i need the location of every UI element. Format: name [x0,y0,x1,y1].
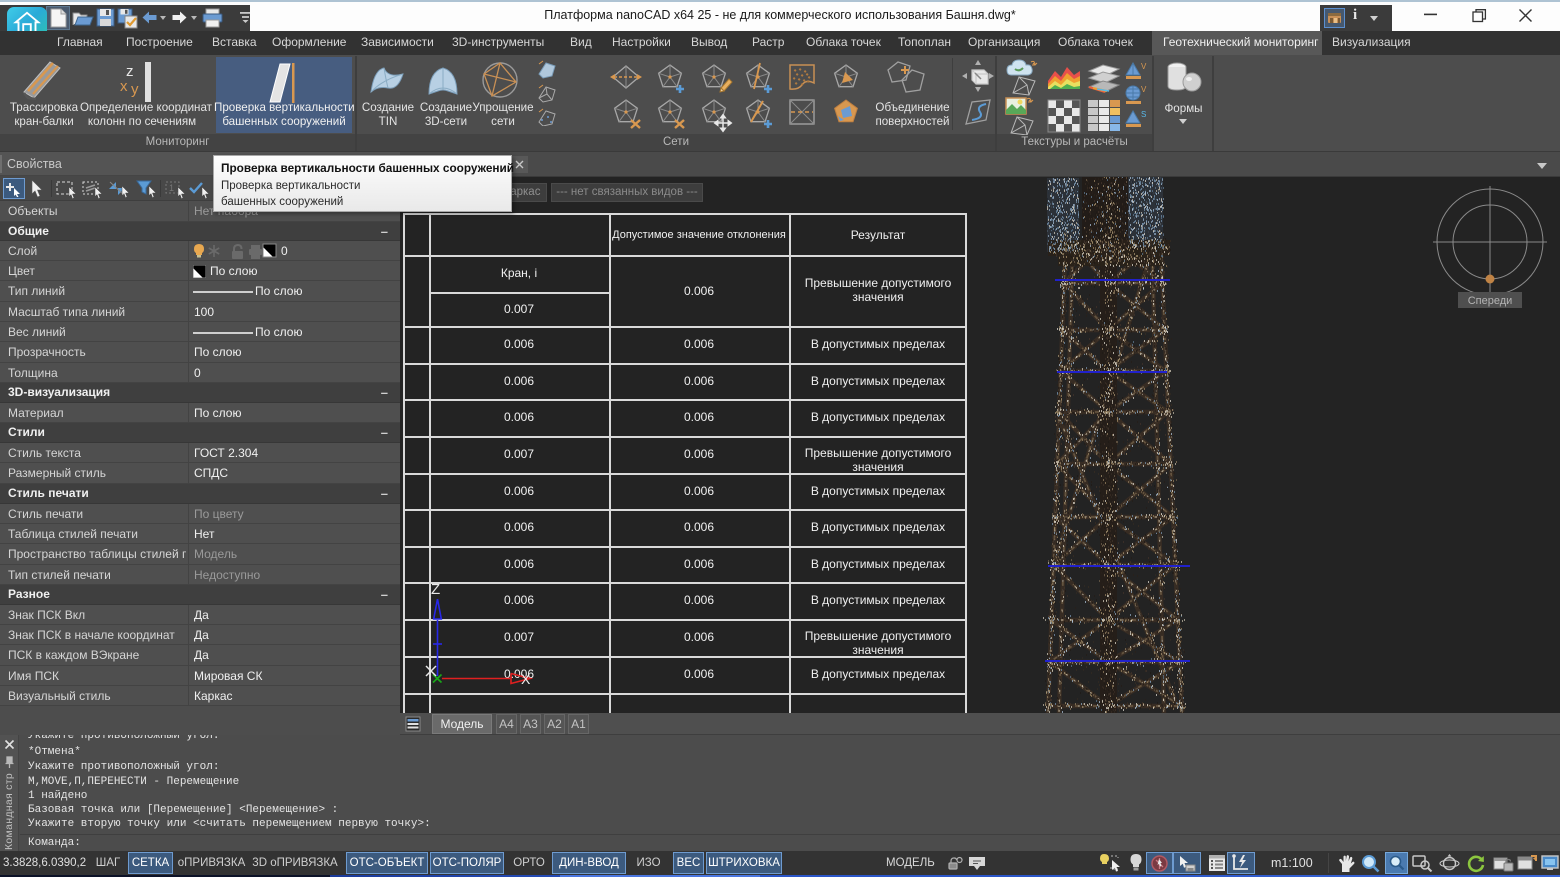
svg-text:x: x [120,78,128,95]
svg-text:S: S [1141,110,1146,119]
svg-text:1: 1 [169,183,174,193]
svg-text:X: X [521,671,531,687]
svg-text:V: V [1141,85,1147,94]
svg-text:y: y [131,81,139,98]
svg-text:Спереди: Спереди [1468,295,1513,307]
svg-text:V: V [1141,62,1147,71]
svg-text:Z: Z [431,581,440,598]
